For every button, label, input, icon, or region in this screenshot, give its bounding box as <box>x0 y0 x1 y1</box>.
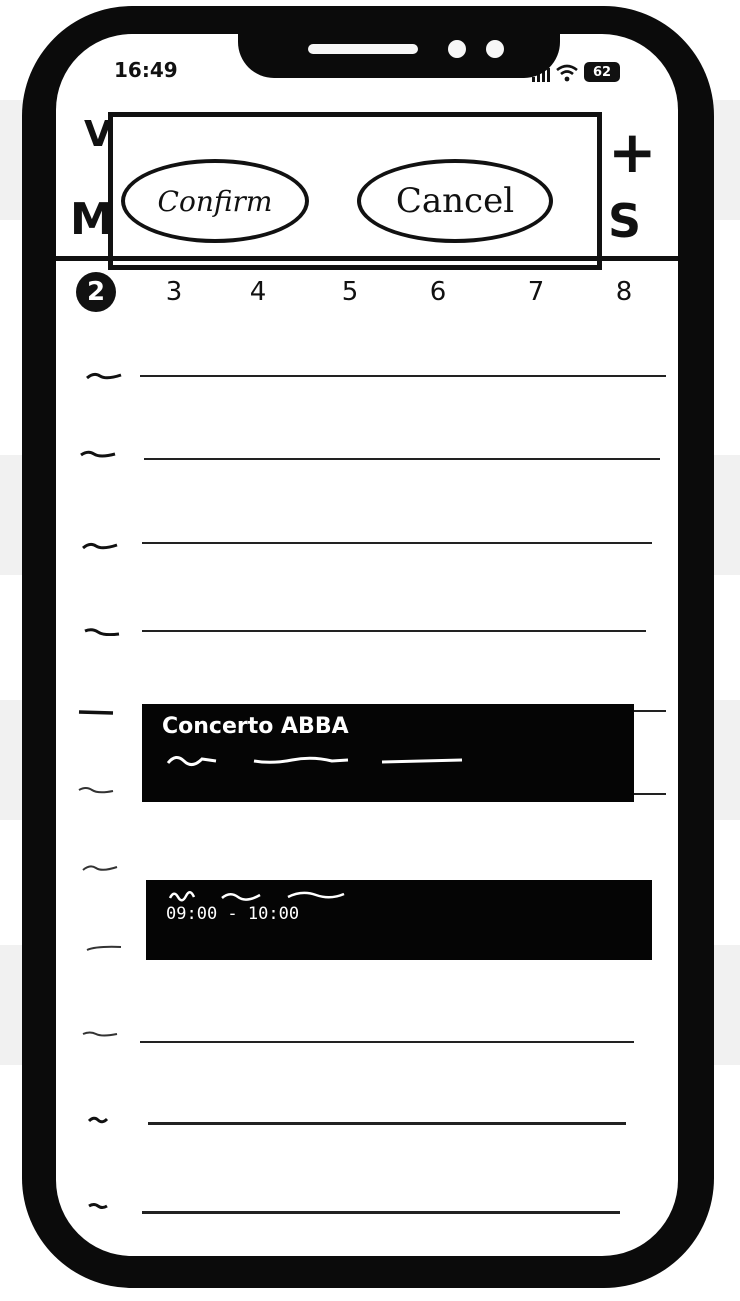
day-8[interactable]: 8 <box>604 272 644 312</box>
hour-gridline <box>140 1041 634 1043</box>
day-2[interactable]: 2 <box>76 272 116 312</box>
speaker-grille <box>308 44 418 54</box>
cancel-button[interactable]: Cancel <box>357 159 553 243</box>
hour-marker <box>86 372 122 380</box>
hour-marker <box>88 1203 108 1209</box>
day-7[interactable]: 7 <box>516 272 556 312</box>
phone-notch <box>238 34 560 78</box>
event-detail-scribble <box>166 756 463 766</box>
phone-screen: 16:49 62 V M + S Confirm Cancel 2 3 4 5 … <box>56 34 678 1256</box>
add-event-button[interactable]: + <box>608 118 657 186</box>
header-fragment-right: S <box>608 194 642 248</box>
hour-gridline <box>148 1122 626 1125</box>
week-day-strip: 2 3 4 5 6 7 8 <box>56 272 678 312</box>
wifi-icon <box>556 64 578 82</box>
hour-marker <box>78 787 114 794</box>
confirm-dialog: Confirm Cancel <box>108 112 602 270</box>
hour-gridline <box>142 542 652 544</box>
hour-gridline <box>142 1211 620 1214</box>
day-3[interactable]: 3 <box>154 272 194 312</box>
battery-icon: 62 <box>584 62 620 82</box>
hour-marker <box>82 865 118 871</box>
header-divider <box>56 256 678 261</box>
hour-marker <box>88 1116 108 1124</box>
hour-marker <box>82 542 118 550</box>
phone-frame: 16:49 62 V M + S Confirm Cancel 2 3 4 5 … <box>22 6 714 1288</box>
hour-gridline <box>144 458 660 460</box>
hour-marker <box>86 945 122 951</box>
event-block[interactable]: Concerto ABBA <box>142 704 634 802</box>
day-4[interactable]: 4 <box>238 272 278 312</box>
event-title: Concerto ABBA <box>162 714 349 739</box>
camera-dot <box>448 40 466 58</box>
confirm-button[interactable]: Confirm <box>121 159 309 243</box>
camera-dot <box>486 40 504 58</box>
hour-marker <box>80 450 116 458</box>
hour-marker <box>84 628 120 636</box>
hour-marker <box>82 1031 118 1037</box>
status-time: 16:49 <box>114 58 178 82</box>
hour-marker <box>78 710 114 715</box>
day-6[interactable]: 6 <box>418 272 458 312</box>
event-block[interactable]: 09:00 - 10:00 <box>146 880 652 960</box>
day-5[interactable]: 5 <box>330 272 370 312</box>
hour-gridline <box>140 375 666 377</box>
event-title-scribble <box>168 891 345 902</box>
hour-gridline <box>142 630 646 632</box>
event-time: 09:00 - 10:00 <box>166 904 300 924</box>
